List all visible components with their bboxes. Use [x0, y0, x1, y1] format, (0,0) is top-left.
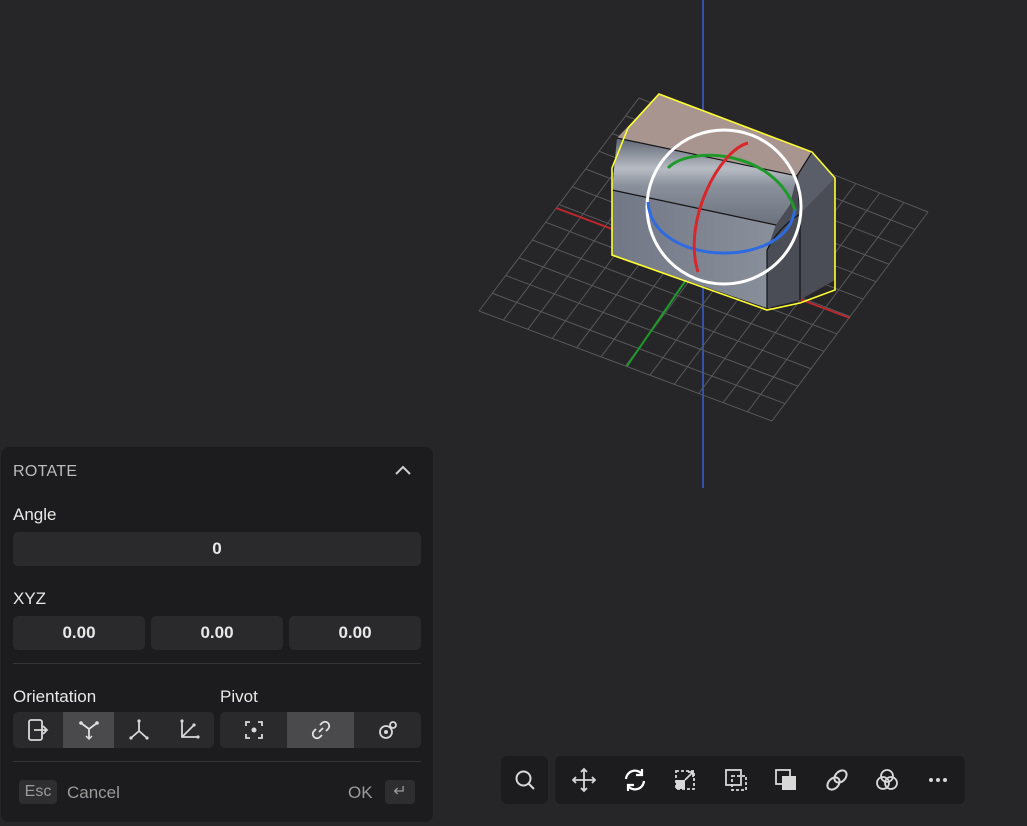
xyz-label: XYZ — [13, 589, 47, 608]
pivot-label: Pivot — [220, 687, 258, 706]
rotate-icon — [624, 769, 645, 791]
orientation-normal-button[interactable] — [63, 712, 114, 748]
grid-line — [478, 310, 773, 422]
divider — [13, 761, 421, 762]
move-icon — [571, 767, 597, 793]
link-icon — [826, 769, 848, 791]
pivot-center-button[interactable] — [220, 712, 287, 748]
pivot-link-button[interactable] — [287, 712, 354, 748]
copy-tool-button[interactable] — [761, 756, 812, 804]
link-tool-button[interactable] — [812, 756, 863, 804]
pivot-custom-button[interactable] — [354, 712, 421, 748]
select-box-icon — [724, 769, 747, 791]
x-input[interactable]: 0.00 — [13, 616, 145, 650]
y-input[interactable]: 0.00 — [151, 616, 283, 650]
pivot-selector — [220, 712, 421, 748]
search-toolbar — [501, 756, 548, 804]
scale-tool-button[interactable] — [660, 756, 711, 804]
cancel-button[interactable]: Cancel — [67, 783, 120, 803]
z-input[interactable]: 0.00 — [289, 616, 421, 650]
move-tool-button[interactable] — [559, 756, 610, 804]
custom-pivot-icon — [378, 721, 397, 739]
esc-key-hint: Esc — [19, 780, 57, 804]
select-box-tool-button[interactable] — [711, 756, 762, 804]
ok-button[interactable]: OK — [348, 783, 373, 803]
y-axis-line — [626, 279, 687, 367]
view-icon — [180, 719, 200, 739]
divider — [13, 663, 421, 664]
normal-icon — [78, 721, 99, 741]
orientation-world-button[interactable] — [13, 712, 63, 748]
boolean-icon — [876, 769, 899, 790]
rotate-panel: ROTATE Angle 0 XYZ 0.00 0.00 0.00 Orient… — [1, 447, 433, 822]
search-button[interactable] — [501, 756, 548, 804]
link-icon — [311, 720, 330, 740]
tools-toolbar — [555, 756, 965, 804]
scale-icon — [675, 770, 696, 790]
panel-title: ROTATE — [13, 463, 78, 480]
center-icon — [244, 721, 263, 739]
copy-icon — [775, 769, 797, 790]
angle-label: Angle — [13, 505, 57, 524]
local-icon — [129, 719, 149, 740]
more-button[interactable] — [913, 756, 964, 804]
enter-key-hint: ↵ — [385, 780, 415, 804]
search-icon — [515, 770, 535, 790]
orientation-selector — [13, 712, 214, 748]
boolean-tool-button[interactable] — [862, 756, 913, 804]
rotate-tool-button[interactable] — [610, 756, 661, 804]
more-icon — [928, 778, 947, 782]
angle-input[interactable]: 0 — [13, 532, 421, 566]
chevron-up-icon[interactable] — [393, 461, 413, 481]
orientation-view-button[interactable] — [164, 712, 214, 748]
world-icon — [28, 719, 49, 741]
orientation-label: Orientation — [13, 687, 97, 706]
orientation-local-button[interactable] — [114, 712, 164, 748]
